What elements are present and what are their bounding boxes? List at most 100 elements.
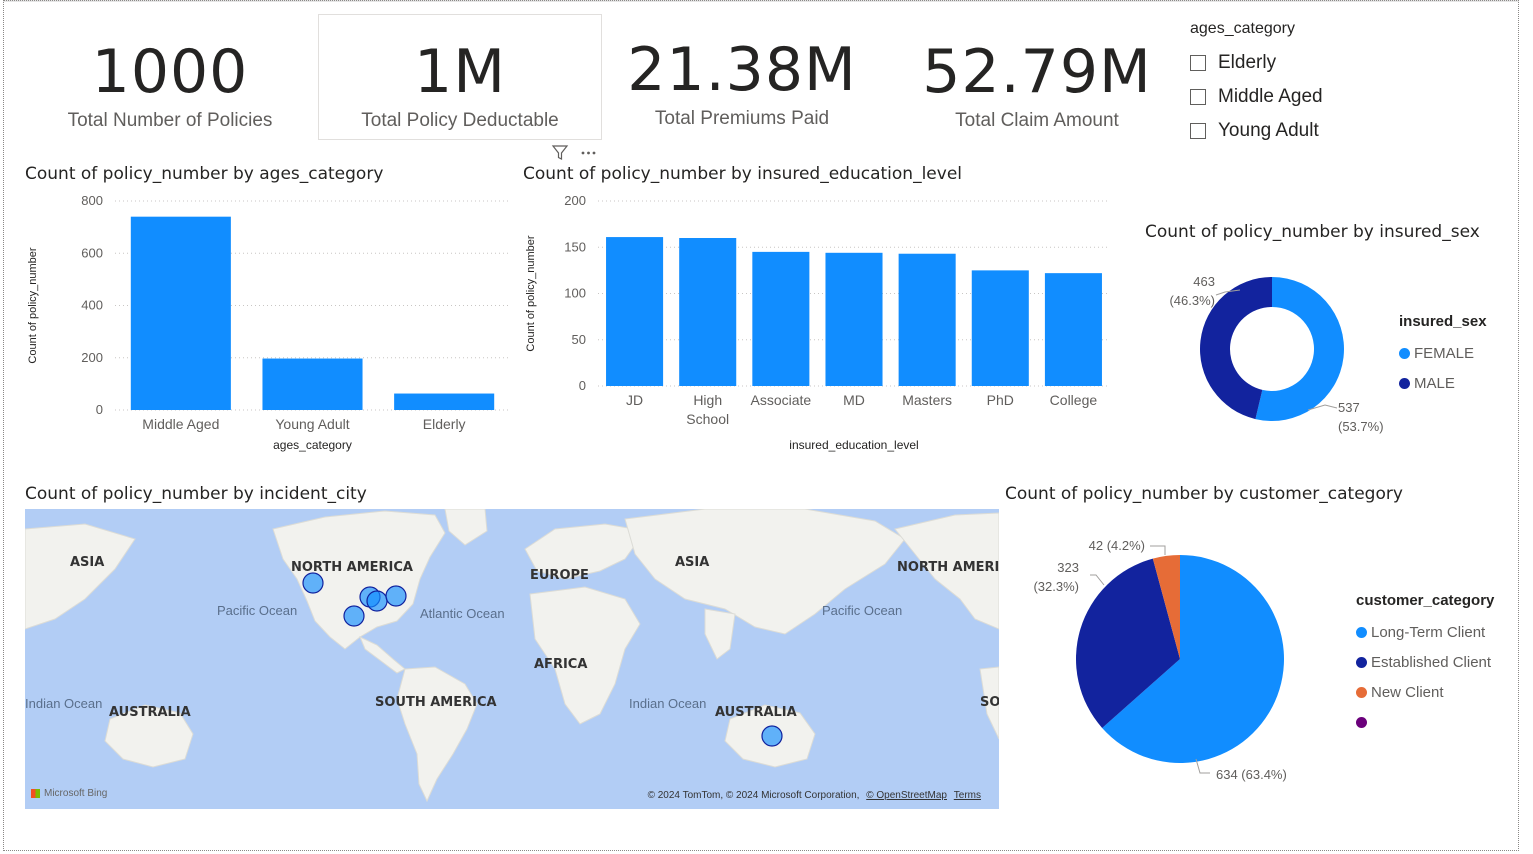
- bar[interactable]: [679, 238, 737, 386]
- kpi-total-claims[interactable]: 52.79M Total Claim Amount: [906, 40, 1168, 140]
- legend-label: New Client: [1371, 683, 1444, 701]
- slicer-option-label: Middle Aged: [1218, 86, 1323, 107]
- data-label: 634 (63.4%): [1216, 767, 1287, 782]
- visual-header: [551, 145, 596, 160]
- legend-item-long-term[interactable]: Long-Term Client: [1356, 617, 1494, 647]
- legend-dot: [1399, 347, 1410, 359]
- y-tick-label: 600: [81, 245, 103, 260]
- kpi-label: Total Policy Deductable: [361, 110, 559, 131]
- region-label: AFRICA: [534, 657, 587, 672]
- x-tick-label: Associate: [751, 392, 812, 408]
- ocean-label: Indian Ocean: [25, 696, 102, 711]
- pie-chart-customer-category[interactable]: 634 (63.4%) 323 (32.3%) 42 (4.2%): [1010, 530, 1355, 795]
- legend-dot: [1356, 656, 1367, 668]
- chart-title-city: Count of policy_number by incident_city: [25, 484, 367, 504]
- region-label: AUSTRALIA: [109, 705, 191, 720]
- attribution-text: © 2024 TomTom, © 2024 Microsoft Corporat…: [647, 790, 860, 801]
- data-label-value: 463: [1193, 274, 1215, 289]
- city-bubble[interactable]: [366, 590, 388, 612]
- y-tick-label: 800: [81, 193, 103, 208]
- kpi-total-deductable[interactable]: 1M Total Policy Deductable: [318, 14, 602, 140]
- landmass-greenland: [444, 509, 488, 546]
- kpi-label: Total Number of Policies: [67, 110, 273, 131]
- landmass-south-america: [396, 666, 478, 803]
- kpi-value: 21.38M: [627, 35, 857, 105]
- data-label-value: 537: [1338, 400, 1360, 415]
- ocean-label: Pacific Ocean: [217, 603, 297, 618]
- landmass-north-america: [272, 510, 446, 650]
- data-label: 42 (4.2%): [1089, 538, 1145, 553]
- y-axis-title: Count of policy_number: [27, 247, 39, 364]
- kpi-value: 1M: [414, 37, 506, 107]
- bar[interactable]: [130, 216, 231, 410]
- x-tick-label: School: [686, 411, 729, 427]
- chart-title-sex: Count of policy_number by insured_sex: [1145, 222, 1480, 242]
- legend-customer-category: customer_category Long-Term Client Estab…: [1356, 592, 1494, 737]
- y-tick-label: 0: [579, 378, 586, 393]
- legend-item-male[interactable]: MALE: [1399, 368, 1487, 398]
- legend-item-new[interactable]: New Client: [1356, 677, 1494, 707]
- data-label-percent: (53.7%): [1338, 419, 1384, 434]
- bar-chart-ages-category[interactable]: 0 200 400 600 800 Middle Aged Young Adult Elder…: [0, 190, 520, 460]
- kpi-total-premiums[interactable]: 21.38M Total Premiums Paid: [612, 38, 872, 138]
- slicer-option-middle-aged[interactable]: Middle Aged: [1190, 80, 1323, 114]
- map-attribution: © 2024 TomTom, © 2024 Microsoft Corporat…: [648, 790, 981, 801]
- y-tick-label: 200: [564, 193, 586, 208]
- legend-title: customer_category: [1356, 592, 1495, 609]
- landmass-asia-left: [25, 523, 136, 630]
- microsoft-logo-icon: [31, 789, 40, 798]
- region-label: ASIA: [675, 555, 709, 570]
- x-tick-label: College: [1050, 392, 1098, 408]
- region-label: SOUTH AMERICA: [375, 695, 497, 710]
- region-label: SO: [980, 695, 999, 710]
- bar[interactable]: [394, 393, 495, 410]
- bing-label: Microsoft Bing: [44, 788, 108, 799]
- y-tick-label: 400: [81, 298, 103, 313]
- city-bubble[interactable]: [343, 605, 365, 627]
- city-bubble[interactable]: [385, 585, 407, 607]
- x-tick-label: High: [693, 392, 722, 408]
- filter-icon[interactable]: [551, 145, 569, 160]
- slicer-option-elderly[interactable]: Elderly: [1190, 46, 1323, 80]
- bar-chart-education-level[interactable]: 0 50 100 150 200 JD High School Associate MD Maste…: [505, 190, 1125, 460]
- landmass-central-america: [359, 635, 406, 674]
- legend-title: insured_sex: [1399, 313, 1487, 330]
- region-label: AUSTRALIA: [715, 705, 797, 720]
- data-label-percent: (32.3%): [1033, 579, 1079, 594]
- bar[interactable]: [971, 270, 1029, 386]
- legend-label: Established Client: [1371, 653, 1492, 671]
- map-incident-city[interactable]: ASIA NORTH AMERICA EUROPE ASIA NORTH AME…: [25, 509, 999, 809]
- kpi-value: 1000: [91, 37, 249, 107]
- ocean-label: Atlantic Ocean: [420, 606, 505, 621]
- donut-chart-insured-sex[interactable]: 537 (53.7%) 463 (46.3%): [1130, 250, 1400, 450]
- bar[interactable]: [898, 253, 956, 386]
- bing-logo: Microsoft Bing: [31, 788, 107, 799]
- legend-item-established[interactable]: Established Client: [1356, 647, 1494, 677]
- region-label: EUROPE: [530, 568, 589, 583]
- more-options-icon[interactable]: [581, 151, 596, 155]
- bar[interactable]: [606, 237, 664, 386]
- legend-label: MALE: [1414, 374, 1455, 392]
- slicer-option-label: Young Adult: [1218, 120, 1319, 141]
- legend-item-female[interactable]: FEMALE: [1399, 338, 1487, 368]
- legend-dot: [1356, 716, 1367, 728]
- checkbox[interactable]: [1190, 123, 1206, 139]
- slicer-option-young-adult[interactable]: Young Adult: [1190, 114, 1323, 148]
- leader-line: [1150, 545, 1166, 555]
- legend-item-blank[interactable]: [1356, 707, 1494, 737]
- x-tick-label: Young Adult: [275, 416, 349, 432]
- city-bubble[interactable]: [761, 725, 783, 747]
- terms-link[interactable]: Terms: [954, 790, 981, 801]
- bar[interactable]: [825, 252, 883, 386]
- checkbox[interactable]: [1190, 89, 1206, 105]
- city-bubble[interactable]: [302, 572, 324, 594]
- kpi-label: Total Premiums Paid: [654, 108, 830, 129]
- checkbox[interactable]: [1190, 55, 1206, 71]
- bar[interactable]: [1044, 273, 1102, 386]
- openstreetmap-link[interactable]: © OpenStreetMap: [866, 790, 947, 801]
- bar[interactable]: [752, 251, 810, 386]
- y-tick-label: 0: [96, 402, 103, 417]
- landmass-africa: [529, 586, 641, 725]
- kpi-total-policies[interactable]: 1000 Total Number of Policies: [40, 40, 300, 140]
- bar[interactable]: [262, 358, 363, 410]
